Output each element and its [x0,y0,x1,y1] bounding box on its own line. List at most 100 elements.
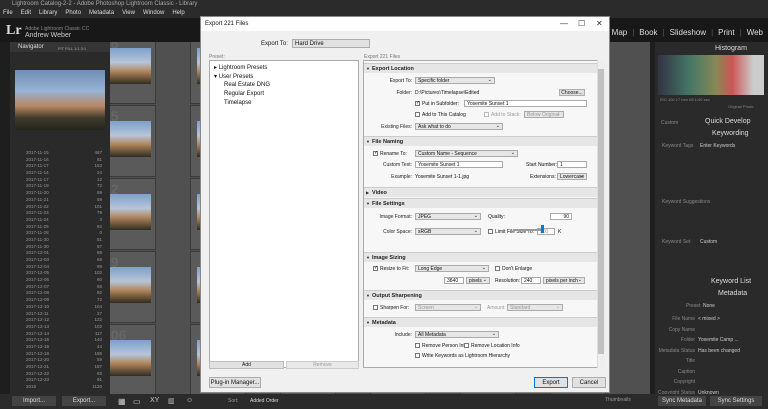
folder-row[interactable]: 2017-12-18 185 [12,351,108,358]
output-sharpening-header[interactable]: Output Sharpening [364,290,598,301]
folder-row[interactable]: 2017-12-23 91 [12,377,108,384]
quality-slider-knob[interactable] [541,225,544,233]
menu-file[interactable]: File [3,10,13,16]
people-view-icon[interactable]: ☺ [186,397,193,404]
folder-row[interactable]: 2017-12-12 122 [12,317,108,324]
dont-enlarge-checkbox[interactable] [495,266,500,271]
remove-person-info-checkbox[interactable] [415,343,420,348]
navigator-zoom-options[interactable]: FIT FILL 1:1 3:1 [58,46,86,51]
folder-row[interactable]: 2017-12-09 72 [12,297,108,304]
image-format-dropdown[interactable]: JPEG [415,213,481,220]
menu-window[interactable]: Window [143,10,164,16]
preset-folder-user[interactable]: ▾ User Presets [214,73,253,80]
file-settings-header[interactable]: File Settings [364,198,598,209]
sync-metadata-button[interactable]: Sync Metadata [658,396,706,406]
menu-photo[interactable]: Photo [65,10,81,16]
video-header[interactable]: Video [364,187,598,198]
folder-row[interactable]: 2017-12-21 187 [12,364,108,371]
folder-row[interactable]: 2017-11-17 153 [12,163,108,170]
module-web[interactable]: Web [747,28,763,37]
metadata-value[interactable]: Yosemite Camp ... [698,335,739,346]
folder-row[interactable]: 2017-12-08 92 [12,290,108,297]
folder-row[interactable]: 2017-11-30 87 [12,244,108,251]
folder-row[interactable]: 2017-11-23 79 [12,210,108,217]
thumbnail-cell[interactable]: 99 [110,251,156,323]
size-unit-dropdown[interactable]: pixels [466,277,490,284]
folder-row[interactable]: 2017-12-05 102 [12,270,108,277]
start-number-input[interactable]: 1 [557,161,587,168]
extensions-dropdown[interactable]: Lowercase [557,173,587,180]
folder-row[interactable]: 2017-11-24 3 [12,217,108,224]
keyword-set-dropdown[interactable]: Custom [700,239,717,245]
folder-row[interactable]: 2017-12-16 44 [12,344,108,351]
resolution-unit-dropdown[interactable]: pixels per inch [543,277,585,284]
folder-row[interactable]: 2017-11-22 101 [12,204,108,211]
survey-view-icon[interactable]: ▥ [168,397,175,405]
folder-row[interactable]: 2017-12-14 117 [12,331,108,338]
write-keywords-checkbox[interactable] [415,353,420,358]
folder-row[interactable]: 2017-12-22 93 [12,371,108,378]
minimize-icon[interactable]: — [560,19,568,28]
include-metadata-dropdown[interactable]: All Metadata [415,331,499,338]
module-book[interactable]: Book [639,28,657,37]
plugin-manager-button[interactable]: Plug-in Manager... [209,377,261,388]
choose-folder-button[interactable]: Choose... [559,89,585,96]
histogram-header[interactable]: Histogram [715,45,747,52]
module-map[interactable]: Map [612,28,628,37]
sharpen-amount-dropdown[interactable]: Standard [507,304,563,311]
import-button[interactable]: Import... [12,396,56,406]
custom-text-input[interactable]: Yosemite Sunset 1 [415,161,503,168]
menu-metadata[interactable]: Metadata [89,10,114,16]
folder-row[interactable]: 2017-11-19 72 [12,183,108,190]
preset-folder-lightroom[interactable]: ▸ Lightroom Presets [214,64,267,71]
metadata-value[interactable]: < mixed > [698,314,720,325]
add-preset-button[interactable]: Add [209,361,284,369]
resize-mode-dropdown[interactable]: Long Edge [415,265,489,272]
thumbnail-cell[interactable]: 92 [110,178,156,250]
export-to-dropdown[interactable]: Hard Drive [292,39,370,48]
export-location-header[interactable]: Export Location [364,63,598,74]
preset-real-estate-dng[interactable]: Real Estate DNG [224,82,270,88]
sharpen-for-dropdown[interactable]: Screen [415,304,481,311]
sharpen-for-checkbox[interactable] [373,305,378,310]
folder-row[interactable]: 2017-12-07 68 [12,284,108,291]
folder-row[interactable]: 2017-11-14 24 [12,170,108,177]
menu-view[interactable]: View [122,10,135,16]
dialog-cancel-button[interactable]: Cancel [572,377,606,388]
folder-row[interactable]: 2017-12-11 27 [12,311,108,318]
grid-view-icon[interactable]: ▦ [118,397,126,406]
rename-template-dropdown[interactable]: Custom Name - Sequence [415,150,518,157]
thumbnail-cell[interactable]: 85 [110,105,156,177]
module-print[interactable]: Print [718,28,734,37]
resize-to-fit-checkbox[interactable] [373,265,378,271]
folder-row[interactable]: 2018 1120 [12,384,108,391]
export-button[interactable]: Export... [62,396,106,406]
thumbnail-cell[interactable]: 78 [110,42,156,104]
menu-help[interactable]: Help [172,10,184,16]
remove-preset-button[interactable]: Remove [286,361,359,369]
keyword-tags-dropdown[interactable]: Enter Keywords [700,143,735,149]
add-to-stack-checkbox[interactable] [484,112,489,117]
metadata-preset-dropdown[interactable]: None [703,303,715,309]
folder-row[interactable]: 2017-11-28 0 [12,230,108,237]
preset-regular-export[interactable]: Regular Export [224,91,264,97]
folder-row[interactable]: 2017-12-01 88 [12,250,108,257]
close-icon[interactable]: ✕ [596,19,603,28]
file-naming-header[interactable]: File Naming [364,136,598,147]
metadata-header[interactable]: Metadata [718,290,747,297]
metadata-section-header[interactable]: Metadata [364,317,598,328]
folder-row[interactable]: 2017-12-04 99 [12,264,108,271]
quality-slider[interactable] [513,229,543,231]
folder-row[interactable]: 2017-12-13 102 [12,324,108,331]
sort-dropdown[interactable]: Added Order [250,398,279,404]
folder-row[interactable]: 2017-12-03 68 [12,257,108,264]
keyword-list-header[interactable]: Keyword List [711,278,751,285]
folder-row[interactable]: 2017-11-15 467 [12,150,108,157]
menu-edit[interactable]: Edit [21,10,31,16]
location-export-to-dropdown[interactable]: Specific folder [415,77,495,84]
folder-row[interactable]: 2017-12-06 60 [12,277,108,284]
keywording-header[interactable]: Keywording [712,130,749,137]
long-edge-input[interactable]: 3840 [444,277,464,284]
quality-input[interactable]: 90 [550,213,572,220]
stack-position-dropdown[interactable]: Below Original [524,111,564,118]
